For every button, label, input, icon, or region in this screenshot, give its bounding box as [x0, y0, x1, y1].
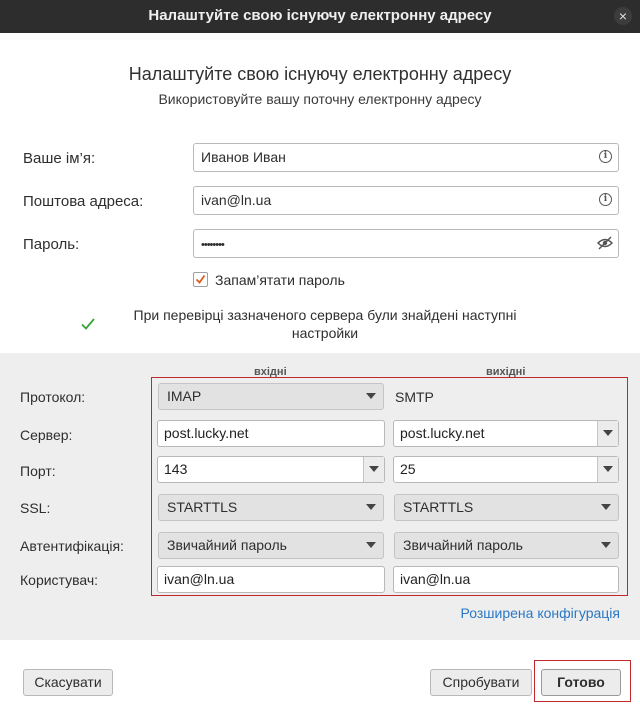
outgoing-auth-value: Звичайний пароль: [403, 537, 523, 553]
outgoing-port-value: 25: [400, 461, 416, 477]
outgoing-port-dropdown[interactable]: [597, 457, 618, 482]
remember-password-label[interactable]: Запам’ятати пароль: [215, 272, 345, 288]
chevron-down-icon: [601, 504, 611, 510]
retest-button[interactable]: Спробувати: [430, 669, 532, 696]
incoming-user-input[interactable]: ivan@ln.ua: [157, 566, 385, 593]
outgoing-ssl-select[interactable]: STARTTLS: [394, 494, 619, 521]
page-title: Налаштуйте свою існуючу електронну адрес…: [128, 64, 512, 84]
chevron-down-icon: [603, 430, 613, 436]
checkmark-icon: [195, 274, 206, 284]
chevron-down-icon: [366, 542, 376, 548]
window-titlebar: Налаштуйте свою існуючу електронну адрес…: [0, 0, 640, 33]
outgoing-ssl-value: STARTTLS: [403, 499, 474, 515]
port-label: Порт:: [20, 463, 56, 479]
incoming-protocol-value: IMAP: [167, 388, 202, 404]
auth-label: Автентифікація:: [20, 538, 124, 554]
status-message: При перевірці зазначеного сервера були з…: [133, 307, 517, 341]
incoming-auth-value: Звичайний пароль: [167, 537, 287, 553]
incoming-port-value: 143: [164, 461, 188, 477]
incoming-auth-select[interactable]: Звичайний пароль: [158, 532, 384, 559]
incoming-server-input[interactable]: post.lucky.net: [157, 420, 385, 447]
window-title: Налаштуйте свою існуючу електронну адрес…: [148, 7, 492, 24]
incoming-protocol-select[interactable]: IMAP: [158, 383, 384, 410]
chevron-down-icon: [366, 504, 376, 510]
eye-slash-icon[interactable]: [597, 235, 613, 251]
incoming-port-combo[interactable]: 143: [157, 456, 385, 483]
email-field[interactable]: ivan@ln.ua i: [193, 186, 619, 215]
server-label: Сервер:: [20, 427, 73, 443]
email-value: ivan@ln.ua: [201, 192, 272, 208]
incoming-port-dropdown[interactable]: [363, 457, 384, 482]
info-icon[interactable]: i: [599, 193, 612, 206]
page-subtitle: Використовуйте вашу поточну електронну а…: [158, 91, 482, 107]
outgoing-server-value: post.lucky.net: [400, 425, 485, 441]
password-field[interactable]: ••••••••: [193, 229, 619, 258]
incoming-ssl-value: STARTTLS: [167, 499, 238, 515]
incoming-ssl-select[interactable]: STARTTLS: [158, 494, 384, 521]
protocol-label: Протокол:: [20, 389, 86, 405]
ssl-label: SSL:: [20, 500, 51, 516]
advanced-config-link[interactable]: Розширена конфігурація: [461, 605, 620, 621]
cancel-button[interactable]: Скасувати: [23, 669, 113, 696]
chevron-down-icon: [366, 393, 376, 399]
outgoing-user-input[interactable]: ivan@ln.ua: [393, 566, 619, 593]
outgoing-server-combo[interactable]: post.lucky.net: [393, 420, 619, 447]
chevron-down-icon: [603, 466, 613, 472]
password-value: ••••••••: [201, 239, 225, 251]
info-icon[interactable]: i: [599, 150, 612, 163]
name-label: Ваше ім’я:: [23, 150, 96, 167]
name-value: Иванов Иван: [201, 149, 286, 165]
email-label: Поштова адреса:: [23, 193, 144, 210]
checkmark-icon: [81, 318, 95, 330]
user-label: Користувач:: [20, 572, 99, 588]
name-field[interactable]: Иванов Иван i: [193, 143, 619, 172]
chevron-down-icon: [369, 466, 379, 472]
close-icon[interactable]: ×: [614, 7, 632, 25]
outgoing-protocol-value: SMTP: [395, 389, 434, 405]
done-button[interactable]: Готово: [541, 669, 621, 696]
password-label: Пароль:: [23, 236, 80, 253]
remember-password-checkbox[interactable]: [193, 272, 208, 287]
outgoing-server-dropdown[interactable]: [597, 421, 618, 446]
chevron-down-icon: [601, 542, 611, 548]
outgoing-port-combo[interactable]: 25: [393, 456, 619, 483]
outgoing-auth-select[interactable]: Звичайний пароль: [394, 532, 619, 559]
